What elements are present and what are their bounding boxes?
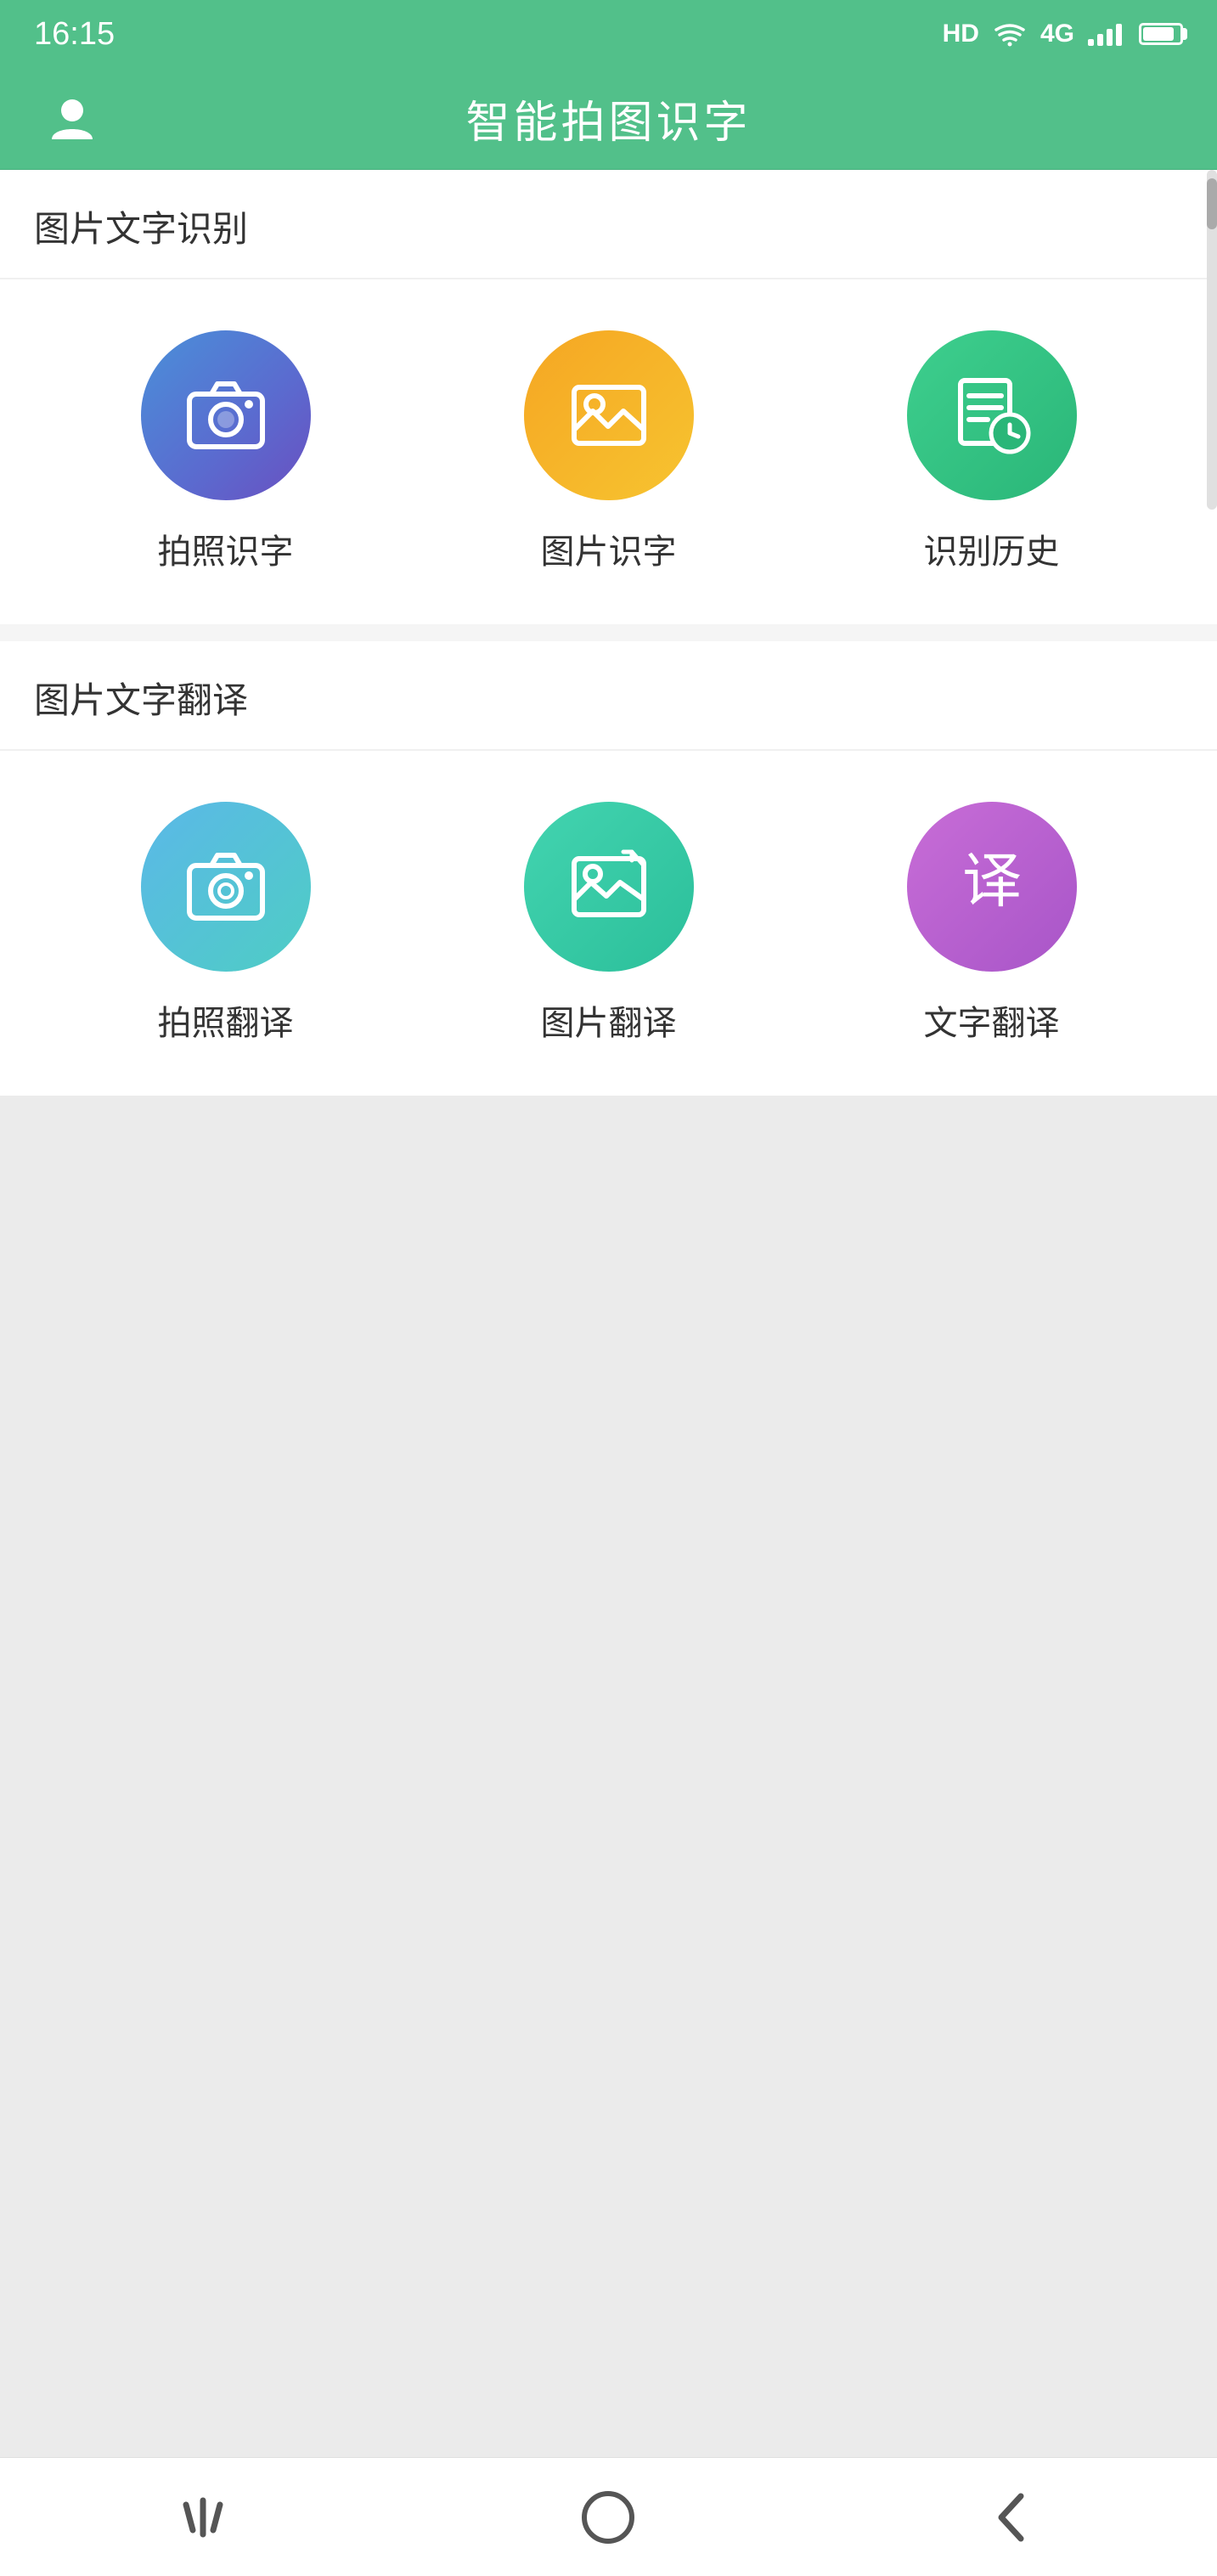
image-recognize-label: 图片识字 — [541, 524, 677, 573]
app-header: 智能拍图识字 — [0, 68, 1217, 170]
hd-label: HD — [943, 20, 979, 48]
nav-home-button[interactable] — [566, 2483, 651, 2551]
translation-icons-grid: 拍照翻译 图片翻译 — [0, 751, 1217, 1096]
translation-section: 图片文字翻译 拍照翻译 — [0, 641, 1217, 1096]
recognition-section: 图片文字识别 拍照识字 — [0, 170, 1217, 624]
status-bar: 16:15 HD 4G — [0, 0, 1217, 68]
recognize-history-item[interactable]: 识别历史 — [800, 330, 1183, 573]
image-translate-icon-circle — [524, 802, 694, 972]
history-icon — [945, 369, 1039, 462]
camera-icon-2 — [179, 840, 273, 933]
photo-recognize-icon-circle — [141, 330, 311, 500]
menu-bars-icon — [169, 2483, 237, 2551]
image-recognize-item[interactable]: 图片识字 — [417, 330, 800, 573]
gray-content-area — [0, 1096, 1217, 2539]
photo-recognize-item[interactable]: 拍照识字 — [34, 330, 417, 573]
text-translate-icon-circle: 译 — [907, 802, 1077, 972]
photo-translate-label: 拍照翻译 — [158, 995, 294, 1045]
recognition-icons-grid: 拍照识字 图片识字 — [0, 279, 1217, 624]
recognize-history-icon-circle — [907, 330, 1077, 500]
translation-section-title: 图片文字翻译 — [0, 641, 1217, 751]
image-translate-label: 图片翻译 — [541, 995, 677, 1045]
image-icon-2 — [562, 840, 656, 933]
translate-icon: 译 — [945, 840, 1039, 933]
image-translate-item[interactable]: 图片翻译 — [417, 802, 800, 1045]
nav-bar — [0, 2457, 1217, 2576]
status-time: 16:15 — [34, 16, 115, 53]
svg-text:译: 译 — [962, 848, 1022, 914]
page-title: 智能拍图识字 — [465, 87, 751, 150]
image-recognize-icon-circle — [524, 330, 694, 500]
recognize-history-label: 识别历史 — [924, 524, 1060, 573]
image-icon-1 — [562, 369, 656, 462]
photo-translate-item[interactable]: 拍照翻译 — [34, 802, 417, 1045]
text-translate-label: 文字翻译 — [924, 995, 1060, 1045]
user-icon — [47, 93, 98, 144]
signal-bars-icon — [1088, 22, 1122, 46]
main-content: 图片文字识别 拍照识字 — [0, 170, 1217, 2539]
recognition-section-title: 图片文字识别 — [0, 170, 1217, 279]
photo-translate-icon-circle — [141, 802, 311, 972]
recognition-title-text: 图片文字识别 — [34, 209, 248, 249]
section-divider — [0, 624, 1217, 641]
battery-icon — [1139, 23, 1183, 45]
translation-title-text: 图片文字翻译 — [34, 680, 248, 720]
nav-back-button[interactable] — [972, 2483, 1056, 2551]
photo-recognize-label: 拍照识字 — [158, 524, 294, 573]
status-icons: HD 4G — [943, 20, 1183, 48]
home-circle-icon — [574, 2483, 642, 2551]
user-icon-button[interactable] — [42, 89, 102, 149]
4g-label: 4G — [1040, 20, 1074, 48]
camera-icon-1 — [179, 369, 273, 462]
text-translate-item[interactable]: 译 文字翻译 — [800, 802, 1183, 1045]
wifi-icon — [993, 21, 1027, 47]
back-arrow-icon — [980, 2483, 1048, 2551]
nav-menu-button[interactable] — [161, 2483, 245, 2551]
